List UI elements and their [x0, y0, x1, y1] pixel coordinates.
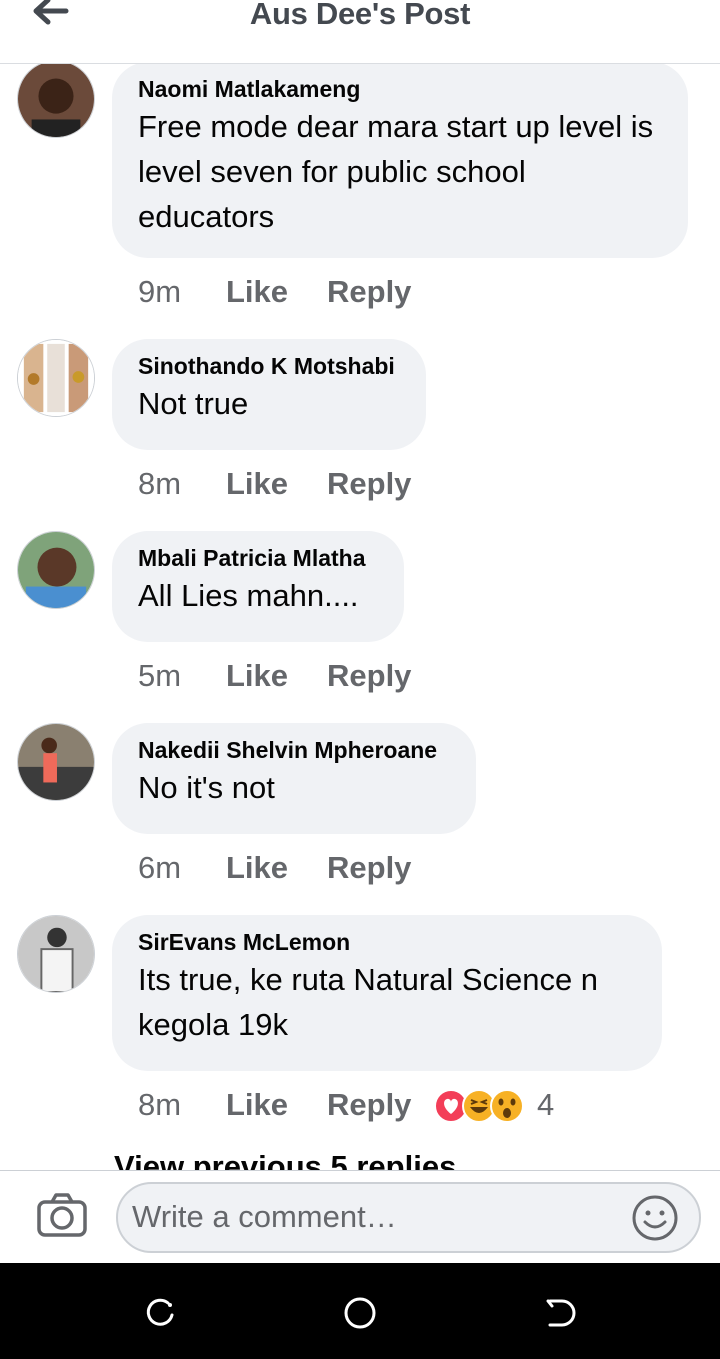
comment-bubble[interactable]: Mbali Patricia Mlatha All Lies mahn.... [112, 531, 404, 642]
comment-text: Not true [138, 386, 249, 421]
reply-button[interactable]: Reply [327, 272, 411, 312]
avatar[interactable] [17, 915, 95, 993]
system-nav-bar [0, 1263, 720, 1359]
comment-author[interactable]: SirEvans McLemon [138, 927, 636, 957]
comment-text: All Lies mahn.... [138, 578, 359, 613]
reaction-count[interactable]: 4 [537, 1085, 554, 1125]
post-header: Aus Dee's Post [0, 0, 720, 64]
comment-bubble[interactable]: SirEvans McLemon Its true, ke ruta Natur… [112, 915, 662, 1071]
reply-button[interactable]: Reply [327, 464, 411, 504]
comment-time: 9m [138, 274, 182, 309]
comment-time: 6m [138, 850, 182, 885]
comment-bubble[interactable]: Nakedii Shelvin Mpheroane No it's not [112, 723, 476, 834]
comment-author[interactable]: Nakedii Shelvin Mpheroane [138, 735, 450, 765]
comment-text: No it's not [138, 770, 275, 805]
comment-author[interactable]: Naomi Matlakameng [138, 74, 662, 104]
avatar[interactable] [17, 64, 95, 138]
like-button[interactable]: Like [226, 656, 288, 696]
comment-bubble[interactable]: Naomi Matlakameng Free mode dear mara st… [112, 64, 688, 258]
like-button[interactable]: Like [226, 848, 288, 888]
emoji-icon[interactable] [631, 1194, 679, 1242]
comment-feed[interactable]: Naomi Matlakameng Free mode dear mara st… [0, 64, 720, 1170]
comment-text: Its true, ke ruta Natural Science n kego… [138, 962, 599, 1042]
like-button[interactable]: Like [226, 464, 288, 504]
reactions-icons[interactable] [434, 1089, 534, 1123]
back-nav-icon[interactable] [540, 1293, 580, 1333]
comment-composer: Write a comment… [0, 1170, 720, 1264]
comment-time: 8m [138, 466, 182, 501]
comment-text: Free mode dear mara start up level is le… [138, 109, 654, 234]
wow-reaction-icon [490, 1089, 524, 1123]
comment-input[interactable]: Write a comment… [116, 1182, 701, 1253]
comment-time: 5m [138, 658, 182, 693]
reply-button[interactable]: Reply [327, 656, 411, 696]
reply-button[interactable]: Reply [327, 848, 411, 888]
comment-bubble[interactable]: Sinothando K Motshabi Not true [112, 339, 426, 450]
avatar[interactable] [17, 531, 95, 609]
avatar[interactable] [17, 723, 95, 801]
reply-button[interactable]: Reply [327, 1085, 411, 1125]
avatar[interactable] [17, 339, 95, 417]
like-button[interactable]: Like [226, 272, 288, 312]
camera-icon[interactable] [36, 1191, 88, 1239]
home-icon[interactable] [340, 1293, 380, 1333]
comment-input-placeholder: Write a comment… [132, 1199, 397, 1234]
recent-apps-icon[interactable] [140, 1293, 180, 1333]
like-button[interactable]: Like [226, 1085, 288, 1125]
comment-author[interactable]: Sinothando K Motshabi [138, 351, 400, 381]
comment-time: 8m [138, 1087, 182, 1122]
view-previous-replies[interactable]: View previous 5 replies [114, 1149, 456, 1170]
page-title: Aus Dee's Post [249, 0, 471, 31]
comment-author[interactable]: Mbali Patricia Mlatha [138, 543, 378, 573]
